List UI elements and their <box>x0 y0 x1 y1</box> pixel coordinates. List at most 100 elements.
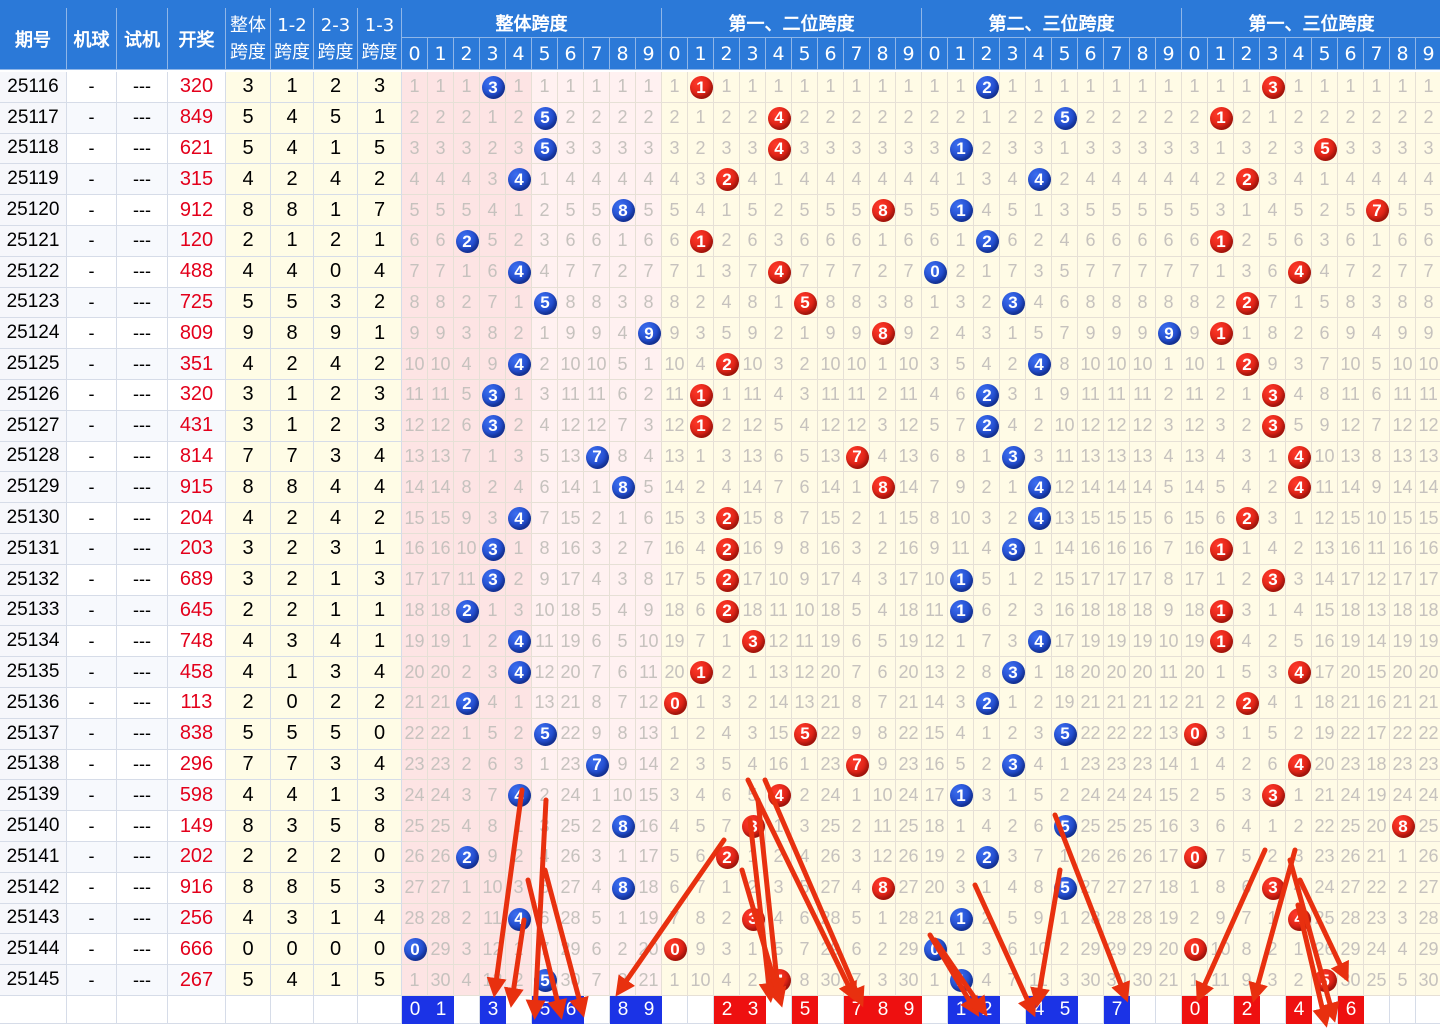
row-ball: - <box>67 749 117 781</box>
digit-header-span-1-3-5: 5 <box>1312 38 1338 70</box>
miss-cell: 20 <box>818 657 844 688</box>
digit-header-span-1-2-5: 5 <box>792 38 818 70</box>
ball-span-1-3: 1 <box>1209 630 1233 654</box>
miss-cell: 5 <box>402 195 428 226</box>
miss-cell: 7 <box>402 256 428 288</box>
row-s12: 2 <box>271 349 314 380</box>
miss-cell: 7 <box>1416 256 1440 288</box>
row-s12: 3 <box>271 903 314 935</box>
miss-cell: 3 <box>1208 195 1234 226</box>
miss-cell: 6 <box>636 503 662 534</box>
miss-cell: 7 <box>532 934 558 966</box>
row-s12: 8 <box>271 872 314 904</box>
miss-cell: 6 <box>1130 226 1156 257</box>
miss-cell: 1 <box>480 102 506 134</box>
ball-overall-span: 5 <box>533 106 557 130</box>
ball-span-2-3: 1 <box>949 969 973 993</box>
ball-overall-span: 3 <box>481 538 505 561</box>
ball-span-2-3: 2 <box>975 414 999 438</box>
miss-cell: 21 <box>428 688 454 719</box>
miss-cell: 23 <box>1390 749 1416 781</box>
miss-cell: 4 <box>1208 441 1234 473</box>
miss-cell: 4 <box>896 164 922 196</box>
digit-header-overall-span-8: 8 <box>610 38 636 70</box>
miss-cell: 3 <box>636 133 662 165</box>
miss-cell: 1 <box>506 688 532 719</box>
miss-cell: 2 <box>454 287 480 319</box>
miss-cell: 6 <box>1000 226 1026 257</box>
miss-cell: 26 <box>402 842 428 873</box>
miss-cell: 4 <box>402 164 428 196</box>
miss-cell: 13 <box>480 965 506 996</box>
row-s13: 3 <box>358 380 402 411</box>
ball-overall-span: 8 <box>611 876 635 900</box>
miss-cell: 8 <box>636 564 662 596</box>
row-issue: 25136 <box>0 688 67 719</box>
miss-cell: 1 <box>558 72 584 103</box>
row-issue: 25128 <box>0 441 67 473</box>
miss-cell: 2 <box>1234 226 1260 257</box>
miss-cell: 2 <box>1286 811 1312 842</box>
row-issue: 25135 <box>0 657 67 688</box>
digit-header-span-1-2-7: 7 <box>844 38 870 70</box>
miss-cell: 1 <box>948 72 974 103</box>
row-ball: - <box>67 349 117 380</box>
row-issue: 25119 <box>0 164 67 196</box>
miss-cell: 29 <box>428 934 454 966</box>
miss-cell: 8 <box>1078 287 1104 319</box>
digit-header-overall-span-5: 5 <box>532 38 558 70</box>
prediction-empty <box>922 996 948 1024</box>
row-trial: --- <box>117 780 168 812</box>
miss-cell: 7 <box>558 256 584 288</box>
miss-cell: 25 <box>558 811 584 842</box>
ball-span-1-3: 2 <box>1235 291 1259 315</box>
row-ball: - <box>67 934 117 966</box>
ball-span-2-3: 5 <box>1053 815 1077 839</box>
miss-cell: 1 <box>974 102 1000 134</box>
miss-cell: 4 <box>714 965 740 996</box>
miss-cell: 4 <box>974 195 1000 226</box>
miss-cell: 7 <box>584 965 610 996</box>
row-span: 8 <box>226 872 271 904</box>
row-open: 916 <box>168 872 226 904</box>
miss-cell: 3 <box>870 287 896 319</box>
miss-cell: 7 <box>766 472 792 504</box>
miss-cell: 2 <box>1026 226 1052 257</box>
miss-cell: 2 <box>1026 688 1052 719</box>
ball-overall-span: 2 <box>455 230 479 253</box>
digit-header-span-1-3-9: 9 <box>1416 38 1440 70</box>
miss-cell: 11 <box>402 380 428 411</box>
row-span: 3 <box>226 72 271 103</box>
miss-cell: 15 <box>1416 503 1440 534</box>
miss-cell: 20 <box>1312 749 1338 781</box>
miss-cell: 3 <box>662 133 688 165</box>
row-issue: 25122 <box>0 256 67 288</box>
miss-cell: 2 <box>558 102 584 134</box>
miss-cell: 2 <box>870 102 896 134</box>
prediction-empty <box>1364 996 1390 1024</box>
row-s23: 2 <box>314 226 358 257</box>
miss-cell: 7 <box>610 410 636 442</box>
miss-cell: 1 <box>1234 534 1260 565</box>
miss-cell: 9 <box>1052 380 1078 411</box>
miss-cell: 1 <box>1234 72 1260 103</box>
row-s12: 1 <box>271 226 314 257</box>
ball-span-2-3: 4 <box>1027 353 1051 377</box>
miss-cell: 1 <box>662 965 688 996</box>
miss-cell: 26 <box>1104 842 1130 873</box>
miss-cell: 12 <box>1364 564 1390 596</box>
row-open: 120 <box>168 226 226 257</box>
row-ball: - <box>67 72 117 103</box>
miss-cell: 16 <box>1390 534 1416 565</box>
miss-cell: 1 <box>766 287 792 319</box>
row-open: 645 <box>168 595 226 627</box>
ball-span-1-2: 4 <box>767 969 791 993</box>
row-issue: 25124 <box>0 318 67 350</box>
miss-cell: 2 <box>454 903 480 935</box>
miss-cell: 3 <box>1000 626 1026 658</box>
ball-span-1-3: 5 <box>1313 137 1337 161</box>
miss-cell: 6 <box>1286 226 1312 257</box>
row-span: 2 <box>226 595 271 627</box>
miss-cell: 8 <box>922 503 948 534</box>
miss-cell: 3 <box>454 934 480 966</box>
